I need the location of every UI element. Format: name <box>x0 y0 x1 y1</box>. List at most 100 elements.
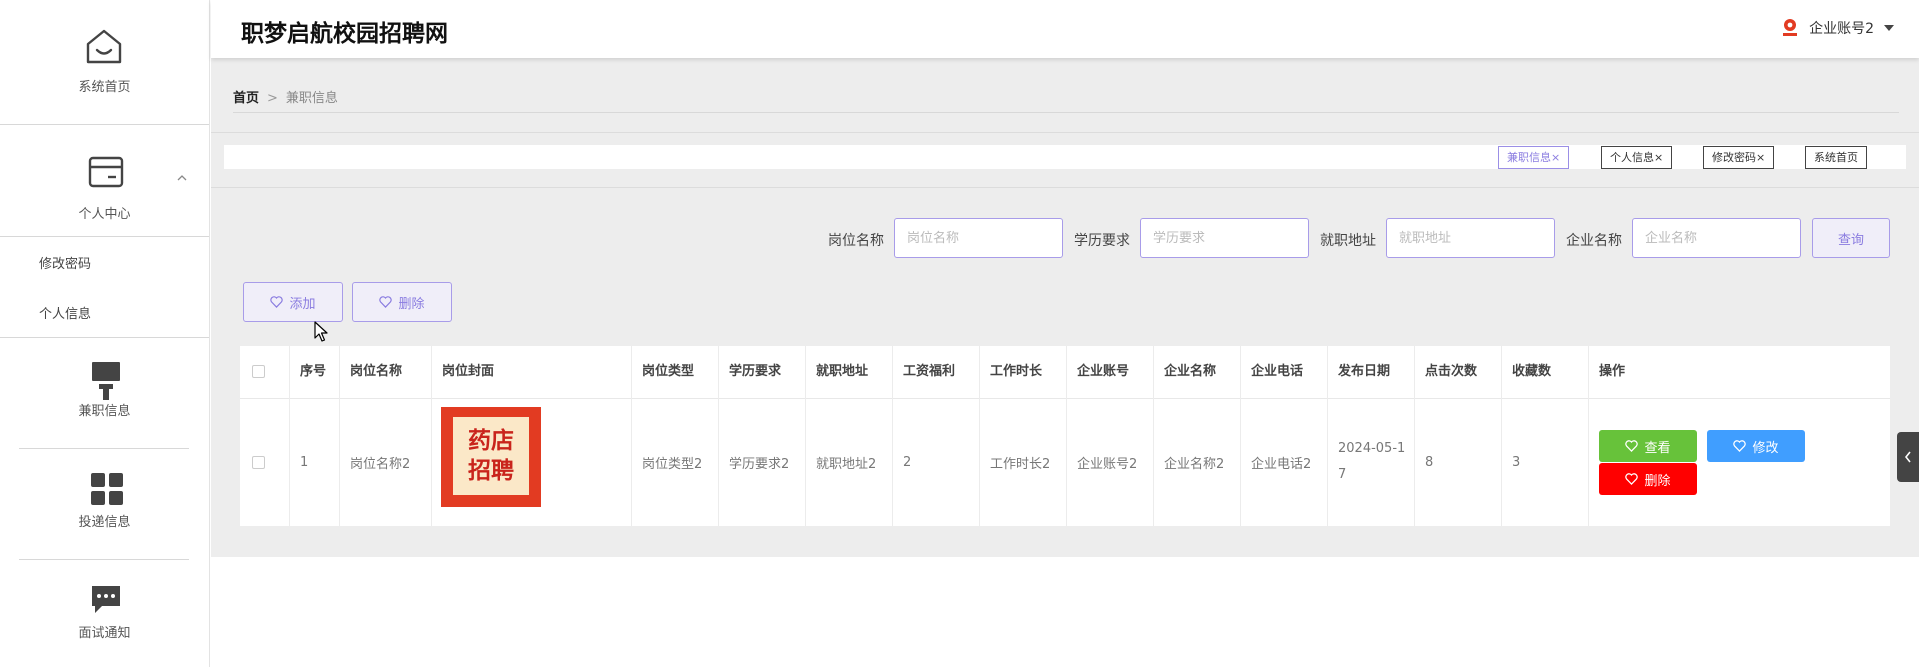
sidebar-item-personal-center[interactable]: 个人中心 <box>0 125 209 236</box>
tab-parttime[interactable]: 兼职信息× <box>1498 146 1570 169</box>
header-company-account: 企业账号 <box>1077 364 1130 379</box>
heart-icon <box>1625 473 1639 485</box>
divider <box>233 112 1899 113</box>
header-publish-date: 发布日期 <box>1338 364 1391 379</box>
sidebar-subitem-personal-info[interactable]: 个人信息 <box>39 303 91 322</box>
header-salary: 工资福利 <box>903 364 956 379</box>
sidebar-item-personal-center-label: 个人中心 <box>78 207 131 222</box>
heart-icon <box>1733 440 1747 452</box>
chevron-up-icon[interactable] <box>177 174 187 182</box>
cell-company-phone: 企业电话2 <box>1251 456 1312 472</box>
search-label-job-name: 岗位名称 <box>828 233 884 249</box>
header-company-phone: 企业电话 <box>1251 364 1304 379</box>
column-divider <box>1501 346 1502 526</box>
column-divider <box>631 346 632 526</box>
divider <box>211 187 1919 188</box>
cover-poster: 药店 招聘 <box>453 417 529 495</box>
column-divider <box>1240 346 1241 526</box>
caret-down-icon <box>1884 25 1894 31</box>
sidebar-item-delivery[interactable]: 投递信息 <box>0 449 209 559</box>
heart-icon <box>270 296 284 308</box>
divider <box>0 236 209 237</box>
cell-work-hours: 工作时长2 <box>990 456 1051 472</box>
row-delete-button-label: 删除 <box>1644 473 1671 489</box>
query-button[interactable]: 查询 <box>1812 218 1890 258</box>
data-table: 序号 岗位名称 岗位封面 岗位类型 学历要求 就职地址 工资福利 工作时长 企业… <box>240 346 1890 526</box>
tab-change-password[interactable]: 修改密码× <box>1703 146 1775 169</box>
row-checkbox-cell[interactable] <box>252 398 265 526</box>
column-divider <box>1588 346 1589 526</box>
sidebar-item-interview[interactable]: 面试通知 <box>0 560 209 667</box>
tab-label: 修改密码 <box>1712 151 1756 164</box>
cell-job-type: 岗位类型2 <box>642 456 703 472</box>
edit-button[interactable]: 修改 <box>1707 430 1805 462</box>
app-title: 职梦启航校园招聘网 <box>241 21 448 47</box>
search-label-company: 企业名称 <box>1566 233 1622 249</box>
header-job-type: 岗位类型 <box>642 364 695 379</box>
sidebar-item-home-label: 系统首页 <box>78 80 131 95</box>
header-job-name: 岗位名称 <box>350 364 403 379</box>
chevron-left-icon <box>1904 451 1911 463</box>
cell-favorites: 3 <box>1512 454 1521 470</box>
home-icon <box>86 29 122 64</box>
close-icon[interactable]: × <box>1756 151 1765 164</box>
side-panel-toggle[interactable] <box>1897 432 1919 482</box>
company-name-input[interactable] <box>1632 218 1801 258</box>
add-button[interactable]: 添加 <box>243 282 343 322</box>
breadcrumb: 首页 > 兼职信息 <box>233 87 338 106</box>
cover-text-line1: 药店 <box>468 427 514 454</box>
header-index: 序号 <box>300 364 327 379</box>
cell-clicks: 8 <box>1425 454 1434 470</box>
job-name-input[interactable] <box>894 218 1063 258</box>
cell-index: 1 <box>300 454 309 470</box>
column-divider <box>979 346 980 526</box>
select-all-checkbox-cell[interactable] <box>252 346 265 398</box>
user-menu[interactable]: 企业账号2 <box>1781 18 1894 38</box>
top-header: 职梦启航校园招聘网 企业账号2 <box>211 0 1919 58</box>
mouse-cursor-icon <box>314 321 328 342</box>
company-logo-icon <box>1783 19 1798 36</box>
breadcrumb-separator: > <box>267 91 278 106</box>
header-actions: 操作 <box>1599 364 1626 379</box>
edit-button-label: 修改 <box>1752 440 1779 456</box>
cell-company-account: 企业账号2 <box>1077 456 1138 472</box>
header-education: 学历要求 <box>729 364 782 379</box>
column-divider <box>1414 346 1415 526</box>
divider <box>211 132 1919 133</box>
education-input[interactable] <box>1140 218 1309 258</box>
close-icon[interactable]: × <box>1654 151 1663 164</box>
cover-text-line2: 招聘 <box>468 457 514 484</box>
cell-job-name: 岗位名称2 <box>350 456 411 472</box>
tab-home[interactable]: 系统首页 <box>1805 146 1867 169</box>
tab-label: 个人信息 <box>1610 151 1654 164</box>
search-label-education: 学历要求 <box>1074 233 1130 249</box>
delete-button[interactable]: 删除 <box>352 282 452 322</box>
breadcrumb-current: 兼职信息 <box>285 91 338 106</box>
header-cover: 岗位封面 <box>442 364 495 379</box>
address-input[interactable] <box>1386 218 1555 258</box>
job-cover-image[interactable]: 药店 招聘 <box>441 407 541 507</box>
view-button[interactable]: 查看 <box>1599 430 1697 462</box>
column-divider <box>1153 346 1154 526</box>
breadcrumb-home[interactable]: 首页 <box>233 91 259 106</box>
sidebar-item-home[interactable]: 系统首页 <box>0 0 209 124</box>
cell-company-name: 企业名称2 <box>1164 456 1225 472</box>
close-icon[interactable]: × <box>1551 151 1560 164</box>
cell-publish-date: 2024-05-17 <box>1338 441 1406 482</box>
column-divider <box>431 346 432 526</box>
sidebar: 系统首页 个人中心 修改密码 个人信息 兼职信息 投递信息 面试通知 <box>0 0 210 667</box>
header-clicks: 点击次数 <box>1425 364 1478 379</box>
sidebar-item-parttime[interactable]: 兼职信息 <box>0 338 209 448</box>
column-divider <box>339 346 340 526</box>
tab-personal-info[interactable]: 个人信息× <box>1601 146 1673 169</box>
card-icon <box>88 156 124 188</box>
sidebar-subitem-change-password[interactable]: 修改密码 <box>39 253 91 272</box>
grid-icon <box>91 473 123 505</box>
user-name: 企业账号2 <box>1809 21 1874 37</box>
select-all-checkbox[interactable] <box>252 365 265 378</box>
column-divider <box>1066 346 1067 526</box>
cell-education: 学历要求2 <box>729 456 790 472</box>
cell-address: 就职地址2 <box>816 456 877 472</box>
row-delete-button[interactable]: 删除 <box>1599 463 1697 495</box>
row-checkbox[interactable] <box>252 455 265 469</box>
